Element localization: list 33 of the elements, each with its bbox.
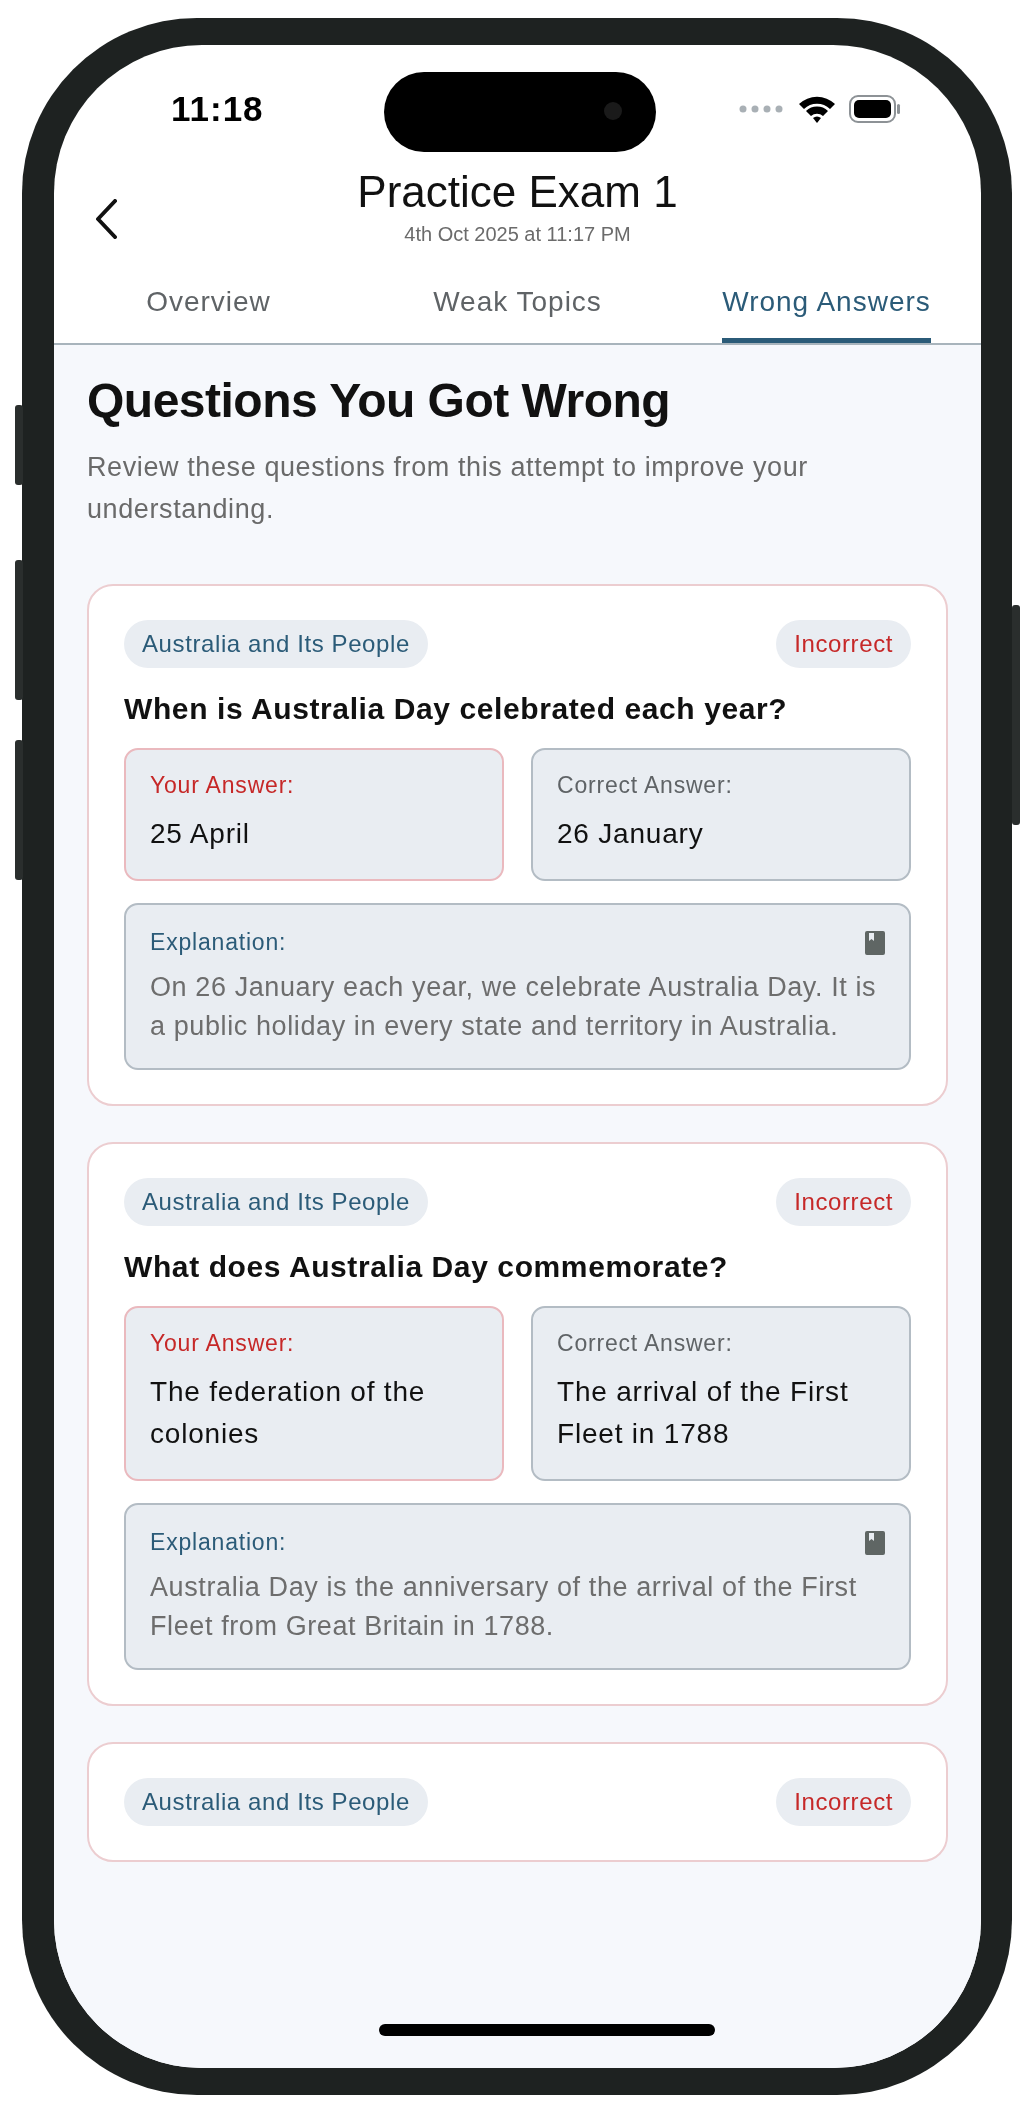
signal-icon bbox=[739, 105, 785, 113]
topic-tag: Australia and Its People bbox=[124, 1778, 428, 1826]
section-description: Review these questions from this attempt to improve your understanding. bbox=[87, 451, 809, 526]
topic-tag: Australia and Its People bbox=[124, 620, 428, 668]
question-text: What does Australia Day commemorate? bbox=[124, 1250, 729, 1284]
page-subtitle: 4th Oct 2025 at 11:17 PM bbox=[404, 223, 631, 246]
tab[interactable]: Weak Topics bbox=[363, 264, 672, 343]
answer-text: 26 January bbox=[557, 817, 705, 851]
status-tag: Incorrect bbox=[776, 1778, 911, 1826]
page-title: Practice Exam 1 bbox=[357, 167, 678, 217]
section-heading: Questions You Got Wrong bbox=[87, 373, 672, 428]
explanation-text: On 26 January each year, we celebrate Australia Day. It is a public holiday in every state and territory in Australia. bbox=[150, 971, 878, 1043]
battery-icon bbox=[849, 95, 901, 123]
answer-label: Your Answer: bbox=[150, 1330, 296, 1357]
back-icon[interactable] bbox=[94, 199, 118, 239]
answer-label: Your Answer: bbox=[150, 772, 296, 799]
status-time: 11:18 bbox=[171, 88, 264, 129]
tab[interactable]: Overview bbox=[54, 264, 363, 343]
explanation-label: Explanation: bbox=[150, 929, 287, 956]
book-icon bbox=[865, 1530, 885, 1555]
status-tag: Incorrect bbox=[776, 620, 911, 668]
question-text: When is Australia Day celebrated each year? bbox=[124, 692, 789, 726]
answer-text: The federation of the colonies bbox=[150, 1375, 427, 1451]
wifi-icon bbox=[797, 94, 837, 124]
answer-label: Correct Answer: bbox=[557, 772, 734, 799]
status-tag: Incorrect bbox=[776, 1178, 911, 1226]
answer-text: 25 April bbox=[150, 817, 251, 851]
topic-tag: Australia and Its People bbox=[124, 1178, 428, 1226]
answer-text: The arrival of the First Fleet in 1788 bbox=[557, 1375, 850, 1451]
answer-label: Correct Answer: bbox=[557, 1330, 734, 1357]
explanation-text: Australia Day is the anniversary of the arrival of the First Fleet from Great Britain in 1788. bbox=[150, 1571, 858, 1643]
book-icon bbox=[865, 930, 885, 955]
explanation-label: Explanation: bbox=[150, 1529, 287, 1556]
